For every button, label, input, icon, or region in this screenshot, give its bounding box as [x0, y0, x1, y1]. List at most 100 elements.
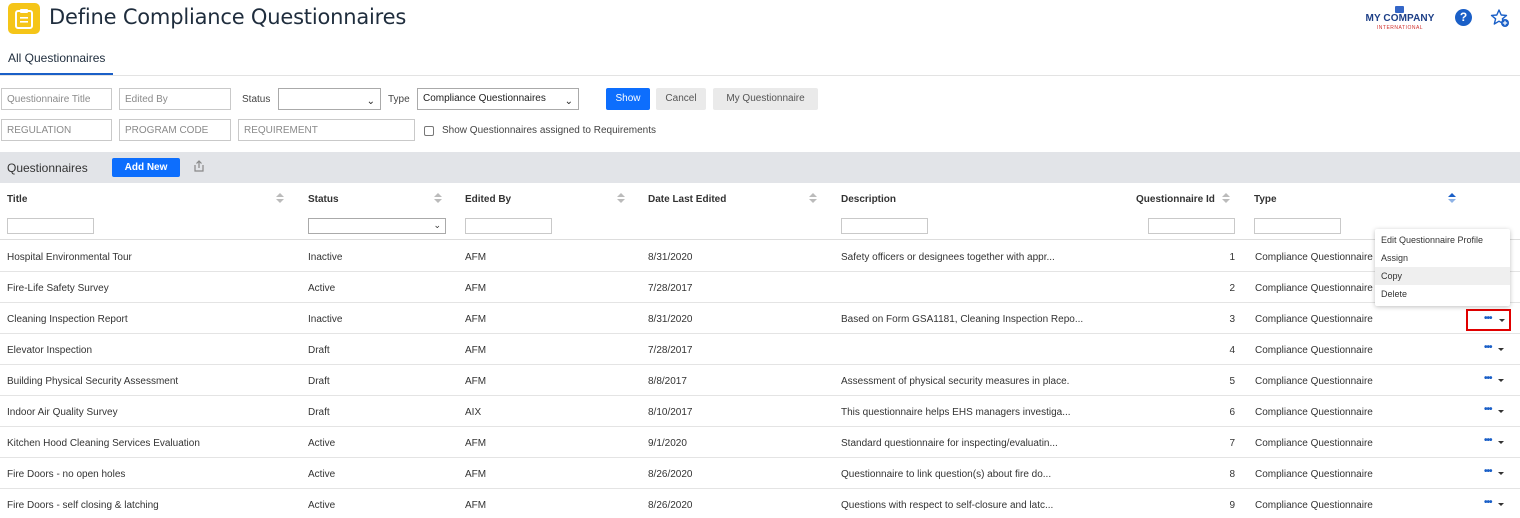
sort-icon[interactable]: [434, 193, 442, 205]
column-header-edited-by[interactable]: Edited By: [465, 194, 511, 205]
questionnaires-panel-bar: Questionnaires Add New: [0, 152, 1520, 183]
column-header-description[interactable]: Description: [841, 194, 896, 205]
cell-date: 7/28/2017: [648, 283, 693, 294]
menu-item-copy[interactable]: Copy: [1375, 267, 1510, 285]
cell-date: 7/28/2017: [648, 345, 693, 356]
table-row[interactable]: Hospital Environmental Tour Inactive AFM…: [0, 241, 1520, 272]
row-actions-button[interactable]: •••: [1480, 404, 1508, 419]
cell-title: Fire Doors - self closing & latching: [7, 500, 159, 511]
star-plus-icon[interactable]: [1490, 8, 1510, 28]
tab-all-questionnaires[interactable]: All Questionnaires: [0, 51, 114, 75]
cell-id: 2: [1229, 283, 1235, 294]
company-logo: MY COMPANY INTERNATIONAL: [1362, 6, 1438, 32]
table-row[interactable]: Fire Doors - self closing & latching Act…: [0, 489, 1520, 518]
chevron-down-icon: ⌄: [366, 96, 375, 107]
cell-edited-by: AFM: [465, 438, 487, 449]
cell-status: Draft: [308, 376, 330, 387]
table-row[interactable]: Kitchen Hood Cleaning Services Evaluatio…: [0, 427, 1520, 458]
show-assigned-label: Show Questionnaires assigned to Requirem…: [442, 125, 657, 136]
cell-id: 5: [1229, 376, 1235, 387]
caret-down-icon: [1498, 379, 1504, 382]
requirement-input[interactable]: [238, 119, 415, 141]
cell-description: Assessment of physical security measures…: [841, 376, 1070, 387]
cell-date: 8/26/2020: [648, 500, 693, 511]
cell-description: This questionnaire helps EHS managers in…: [841, 407, 1071, 418]
column-header-status[interactable]: Status: [308, 194, 339, 205]
logo-mark: [1395, 6, 1404, 13]
cell-date: 8/10/2017: [648, 407, 693, 418]
column-header-date-last-edited[interactable]: Date Last Edited: [648, 194, 726, 205]
table-row[interactable]: Elevator Inspection Draft AFM 7/28/2017 …: [0, 334, 1520, 365]
cell-status: Draft: [308, 345, 330, 356]
cell-type: Compliance Questionnaire: [1255, 438, 1373, 449]
type-column-filter[interactable]: [1254, 218, 1341, 234]
more-actions-icon: •••: [1484, 373, 1492, 384]
cell-date: 9/1/2020: [648, 438, 687, 449]
sort-icon[interactable]: [809, 193, 817, 205]
cell-date: 8/31/2020: [648, 314, 693, 325]
column-header-type[interactable]: Type: [1254, 194, 1277, 205]
logo-sub-text: INTERNATIONAL: [1376, 25, 1424, 31]
row-actions-button[interactable]: •••: [1480, 466, 1508, 481]
panel-title: Questionnaires: [7, 161, 88, 175]
chevron-down-icon: ⌄: [433, 220, 441, 230]
type-select-value: Compliance Questionnaires: [423, 93, 546, 104]
caret-down-icon: [1498, 410, 1504, 413]
menu-item-edit-questionnaire-profile[interactable]: Edit Questionnaire Profile: [1375, 231, 1510, 249]
cell-type: Compliance Questionnaire: [1255, 345, 1373, 356]
show-button[interactable]: Show: [606, 88, 650, 110]
my-questionnaire-button[interactable]: My Questionnaire: [713, 88, 818, 110]
cell-description: Safety officers or designees together wi…: [841, 252, 1055, 263]
cell-date: 8/31/2020: [648, 252, 693, 263]
row-actions-button[interactable]: •••: [1480, 435, 1508, 450]
table-row[interactable]: Cleaning Inspection Report Inactive AFM …: [0, 303, 1520, 334]
export-icon[interactable]: [192, 159, 206, 173]
status-select[interactable]: ⌄: [278, 88, 381, 110]
questionnaire-title-input[interactable]: [1, 88, 112, 110]
row-actions-button[interactable]: •••: [1480, 342, 1508, 357]
row-actions-button[interactable]: •••: [1480, 497, 1508, 512]
sort-icon[interactable]: [1222, 193, 1230, 205]
cell-id: 9: [1229, 500, 1235, 511]
more-actions-icon: •••: [1484, 342, 1492, 353]
help-circle-icon[interactable]: ?: [1455, 9, 1472, 26]
id-column-filter[interactable]: [1148, 218, 1235, 234]
title-column-filter[interactable]: [7, 218, 94, 234]
column-header-questionnaire-id[interactable]: Questionnaire Id: [1136, 194, 1215, 205]
table-row[interactable]: Indoor Air Quality Survey Draft AIX 8/10…: [0, 396, 1520, 427]
cell-date: 8/26/2020: [648, 469, 693, 480]
caret-down-icon: [1498, 441, 1504, 444]
add-new-button[interactable]: Add New: [112, 158, 180, 177]
show-assigned-checkbox[interactable]: [424, 126, 434, 136]
regulation-input[interactable]: [1, 119, 112, 141]
program-code-input[interactable]: [119, 119, 231, 141]
sort-icon[interactable]: [276, 193, 284, 205]
cell-title: Fire-Life Safety Survey: [7, 283, 109, 294]
table-row[interactable]: Building Physical Security Assessment Dr…: [0, 365, 1520, 396]
menu-item-assign[interactable]: Assign: [1375, 249, 1510, 267]
cell-edited-by: AFM: [465, 376, 487, 387]
row-actions-button[interactable]: •••: [1466, 309, 1511, 331]
table-row[interactable]: Fire-Life Safety Survey Active AFM 7/28/…: [0, 272, 1520, 303]
row-actions-button[interactable]: •••: [1480, 373, 1508, 388]
status-column-filter[interactable]: ⌄: [308, 218, 446, 234]
type-select[interactable]: Compliance Questionnaires ⌄: [417, 88, 579, 110]
sort-active-icon[interactable]: [1448, 193, 1456, 205]
cell-title: Hospital Environmental Tour: [7, 252, 132, 263]
cell-id: 7: [1229, 438, 1235, 449]
sort-icon[interactable]: [617, 193, 625, 205]
cell-status: Inactive: [308, 252, 343, 263]
edited-by-input[interactable]: [119, 88, 231, 110]
cell-title: Building Physical Security Assessment: [7, 376, 179, 387]
table-row[interactable]: Fire Doors - no open holes Active AFM 8/…: [0, 458, 1520, 489]
table-header-divider: [0, 239, 1520, 240]
cancel-button[interactable]: Cancel: [656, 88, 706, 110]
edited-by-column-filter[interactable]: [465, 218, 552, 234]
cell-type: Compliance Questionnaire: [1255, 407, 1373, 418]
column-header-title[interactable]: Title: [7, 194, 27, 205]
description-column-filter[interactable]: [841, 218, 928, 234]
menu-item-delete[interactable]: Delete: [1375, 285, 1510, 303]
cell-id: 1: [1229, 252, 1235, 263]
status-label: Status: [242, 94, 271, 105]
cell-date: 8/8/2017: [648, 376, 687, 387]
